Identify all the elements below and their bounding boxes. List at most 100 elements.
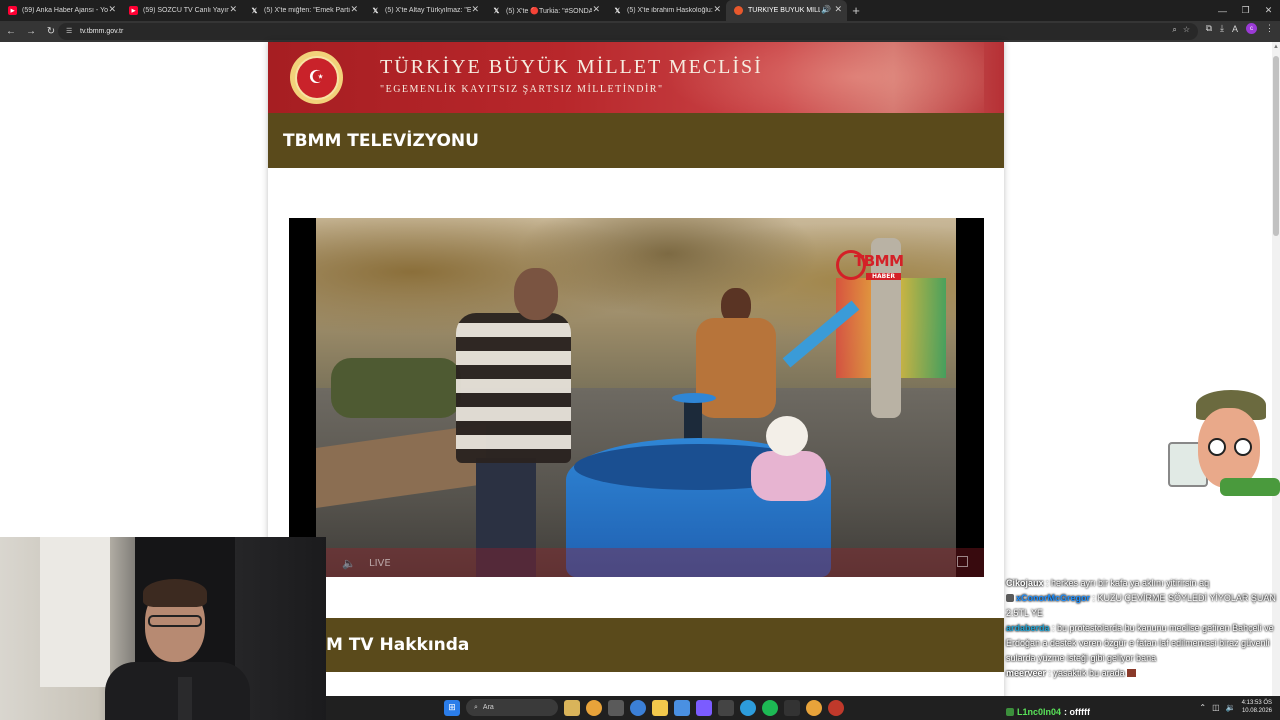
app-icon[interactable] <box>740 699 756 716</box>
about-title: M TV Hakkında <box>326 635 470 655</box>
network-icon[interactable]: ◫ <box>1212 703 1220 712</box>
discord-icon[interactable] <box>696 699 712 716</box>
web-page: ☪ TÜRKİYE BÜYÜK MİLLET MECLİSİ "EGEMENLİ… <box>268 42 1004 702</box>
volume-tray-icon[interactable]: 🔉 <box>1226 703 1236 712</box>
video-player[interactable]: TBMM HABER 🔈 LIVE <box>289 218 984 577</box>
translate-icon[interactable]: A <box>1232 24 1238 34</box>
close-window-icon[interactable]: ✕ <box>1257 0 1280 21</box>
stream-chat-overlay: Cikojaux : herkes ayrı bir kafa ya aklın… <box>1006 576 1280 703</box>
chat-latest-message: L1nc0ln04 : offfff <box>1006 703 1126 720</box>
browser-tab-3[interactable]: 𝕏 (5) X'te miğfen: "Emek Partili İn ✕ <box>242 0 363 21</box>
browser-tab-5[interactable]: 𝕏 (5) X'te 🔴Turkia: "#SONDAKİ ✕ <box>484 0 605 21</box>
minimize-icon[interactable]: — <box>1211 0 1234 21</box>
omnibox-actions: ⌕ ☆ <box>1172 25 1190 35</box>
video-scene-pole-top <box>672 393 716 403</box>
chat-username: L1nc0ln04 <box>1017 706 1062 717</box>
chat-username: ardaberda <box>1006 623 1050 633</box>
banner-title: TÜRKİYE BÜYÜK MİLLET MECLİSİ <box>380 56 763 78</box>
search-icon: ⌕ <box>474 703 478 711</box>
window-controls: — ❐ ✕ <box>1211 0 1280 21</box>
menu-icon[interactable]: ⋮ <box>1265 23 1274 34</box>
chat-text: : yasaktık bu arada <box>1046 668 1125 678</box>
widgets-icon[interactable] <box>564 699 580 716</box>
tbmm-icon <box>734 6 743 15</box>
zoom-icon[interactable]: ⌕ <box>1172 25 1176 35</box>
system-tray: ⌃ ◫ 🔉 4:13:53 ÖS 10.08.2026 <box>1199 699 1272 715</box>
chat-username: xConorMcGregor <box>1016 593 1091 603</box>
clock[interactable]: 4:13:53 ÖS 10.08.2026 <box>1242 699 1272 715</box>
toolbar-right: ⧉ ⤓ A c ⋮ <box>1206 23 1274 34</box>
scroll-up-icon[interactable]: ▲ <box>1273 44 1279 50</box>
x-icon: 𝕏 <box>251 7 258 15</box>
browser-tab-4[interactable]: 𝕏 (5) X'te Altay Türkyılmaz: "Eski ✕ <box>363 0 484 21</box>
badge-icon <box>1006 707 1014 716</box>
fullscreen-icon[interactable] <box>957 556 968 567</box>
video-scene-man <box>456 268 571 577</box>
forward-icon[interactable]: → <box>22 23 40 41</box>
x-icon: 𝕏 <box>372 7 379 15</box>
extensions-icon[interactable]: ⧉ <box>1206 23 1212 34</box>
live-indicator[interactable]: LIVE <box>369 558 391 569</box>
close-tab-icon[interactable]: ✕ <box>713 4 721 15</box>
youtube-icon: ▶ <box>8 6 17 15</box>
chat-message: meerveer : yasaktık bu arada <box>1006 666 1280 681</box>
scrollbar-thumb[interactable] <box>1273 56 1279 236</box>
profile-avatar[interactable]: c <box>1246 23 1257 34</box>
crescent-star-icon: ☪ <box>294 55 339 100</box>
tab-title: (5) X'te Altay Türkyılmaz: "Eski <box>385 7 471 14</box>
spotify-icon[interactable] <box>762 699 778 716</box>
back-icon[interactable]: ← <box>2 23 20 41</box>
logo-text: TBMM <box>854 252 904 270</box>
close-tab-icon[interactable]: ✕ <box>471 4 479 15</box>
download-icon[interactable]: ⤓ <box>1220 23 1224 34</box>
close-tab-icon[interactable]: ✕ <box>229 4 237 15</box>
app-icon[interactable] <box>674 699 690 716</box>
chat-message: xConorMcGregor : KUZU ÇEVİRME SÖYLEDİ Yİ… <box>1006 591 1280 621</box>
section-header: TBMM TELEVİZYONU <box>268 113 1004 168</box>
app-icon[interactable] <box>784 699 800 716</box>
site-info-icon[interactable]: ☰ <box>66 27 75 36</box>
chrome-icon[interactable] <box>586 699 602 716</box>
banner-motto: "EGEMENLİK KAYITSIZ ŞARTSIZ MİLLETİNDİR" <box>380 84 664 95</box>
new-tab-button[interactable]: + <box>847 0 865 21</box>
close-tab-icon[interactable]: ✕ <box>350 4 358 15</box>
tbmm-emblem[interactable]: ☪ <box>290 51 343 104</box>
chrome-icon[interactable] <box>806 699 822 716</box>
chevron-up-icon[interactable]: ⌃ <box>1199 703 1206 712</box>
browser-tab-2[interactable]: ▶ (59) SÖZCÜ TV Canlı Yayını ᵃⁿ ✕ <box>121 0 242 21</box>
maximize-icon[interactable]: ❐ <box>1234 0 1257 21</box>
screen: ▶ (59) Anka Haber Ajansı - YouTu ✕ ▶ (59… <box>0 0 1280 720</box>
url-text[interactable]: tv.tbmm.gov.tr <box>80 28 123 35</box>
tab-title: TÜRKİYE BÜYÜK MİLLET MEC <box>748 7 820 14</box>
app-icon[interactable] <box>718 699 734 716</box>
logo-subtext: HABER <box>866 273 901 280</box>
browser-tab-active[interactable]: TÜRKİYE BÜYÜK MİLLET MEC 🔊 ✕ <box>726 0 847 21</box>
chat-username: meerveer <box>1006 668 1047 678</box>
video-control-bar <box>289 548 984 577</box>
bookmark-star-icon[interactable]: ☆ <box>1183 25 1190 35</box>
browser-toolbar: ← → ↻ ☰ tv.tbmm.gov.tr ⌕ ☆ ⧉ ⤓ A c ⋮ <box>0 21 1280 42</box>
close-tab-icon[interactable]: ✕ <box>108 4 116 15</box>
close-tab-icon[interactable]: ✕ <box>592 4 600 15</box>
obs-icon[interactable] <box>828 699 844 716</box>
browser-tab-6[interactable]: 𝕏 (5) X'te ibrahim Haskoloğlu: "A ✕ <box>605 0 726 21</box>
volume-icon[interactable]: 🔈 <box>342 557 356 570</box>
tab-title: (5) X'te 🔴Turkia: "#SONDAKİ <box>506 7 592 15</box>
taskbar-search[interactable]: ⌕ Ara <box>466 699 558 716</box>
edge-icon[interactable] <box>630 699 646 716</box>
badge-icon <box>1006 594 1014 602</box>
stream-emote-overlay <box>1168 390 1280 505</box>
start-icon[interactable]: ⊞ <box>444 699 460 716</box>
chat-message: Cikojaux : herkes ayrı bir kafa ya aklın… <box>1006 576 1280 591</box>
speaker-icon[interactable]: 🔊 <box>821 5 831 14</box>
close-tab-icon[interactable]: ✕ <box>834 4 842 15</box>
tab-title: (5) X'te ibrahim Haskoloğlu: "A <box>627 7 713 14</box>
clock-time: 4:13:53 ÖS <box>1241 700 1272 706</box>
browser-tab-1[interactable]: ▶ (59) Anka Haber Ajansı - YouTu ✕ <box>0 0 121 21</box>
x-icon: 𝕏 <box>493 7 500 15</box>
file-explorer-icon[interactable] <box>652 699 668 716</box>
x-icon: 𝕏 <box>614 7 621 15</box>
task-view-icon[interactable] <box>608 699 624 716</box>
tab-title: (5) X'te miğfen: "Emek Partili İn <box>264 7 350 14</box>
address-bar[interactable]: ☰ tv.tbmm.gov.tr ⌕ ☆ <box>58 23 1198 40</box>
